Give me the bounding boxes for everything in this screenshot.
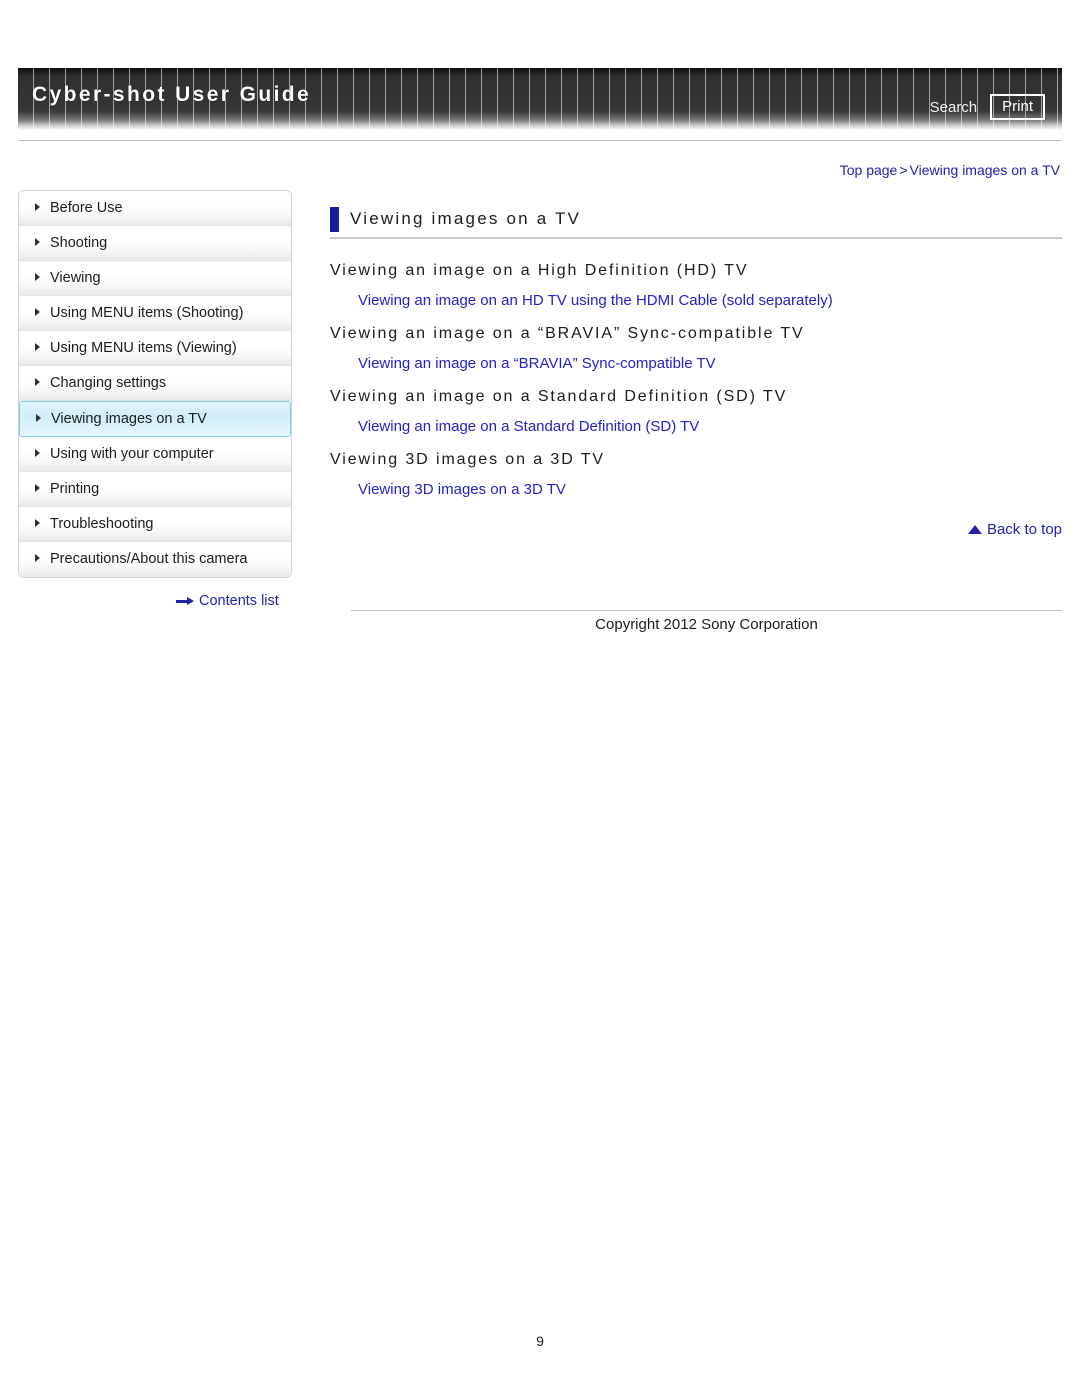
- section-3d-tv: Viewing 3D images on a 3D TV Viewing 3D …: [330, 444, 1062, 504]
- sidebar-item-before-use[interactable]: Before Use: [19, 191, 291, 226]
- sidebar-item-label: Viewing images on a TV: [51, 411, 207, 427]
- sidebar-item-viewing[interactable]: Viewing: [19, 261, 291, 296]
- triangle-right-icon: [35, 378, 40, 387]
- sidebar-item-label: Printing: [50, 481, 100, 497]
- sidebar-item-label: Troubleshooting: [50, 516, 154, 532]
- copyright-notice: Copyright 2012 Sony Corporation: [595, 616, 818, 633]
- sidebar-item-label: Using MENU items (Viewing): [50, 340, 237, 356]
- triangle-right-icon: [35, 343, 40, 352]
- main-content: Viewing images on a TV Viewing an image …: [330, 206, 1062, 538]
- triangle-right-icon: [35, 519, 40, 528]
- breadcrumb-current[interactable]: Viewing images on a TV: [910, 162, 1060, 178]
- page-number: 9: [536, 1333, 544, 1349]
- section-bravia-sync-tv: Viewing an image on a “BRAVIA” Sync-comp…: [330, 318, 1062, 378]
- breadcrumb-top-page[interactable]: Top page: [840, 162, 898, 178]
- search-link[interactable]: Search: [930, 99, 978, 116]
- page-title: Viewing images on a TV: [350, 209, 582, 228]
- triangle-right-icon: [35, 238, 40, 247]
- sidebar-nav: Before Use Shooting Viewing Using MENU i…: [18, 190, 292, 578]
- section-link-sd-tv[interactable]: Viewing an image on a Standard Definitio…: [358, 412, 699, 441]
- sidebar-item-using-menu-items-shooting[interactable]: Using MENU items (Shooting): [19, 296, 291, 331]
- triangle-right-icon: [35, 308, 40, 317]
- header-divider: [18, 140, 1062, 141]
- sidebar-item-printing[interactable]: Printing: [19, 472, 291, 507]
- section-hd-tv: Viewing an image on a High Definition (H…: [330, 255, 1062, 315]
- page-title-accent-bar: [330, 207, 339, 232]
- sidebar-item-label: Shooting: [50, 235, 108, 251]
- sidebar-item-viewing-images-on-a-tv[interactable]: Viewing images on a TV: [19, 401, 291, 437]
- triangle-right-icon: [35, 554, 40, 563]
- site-title: Cyber-shot User Guide: [32, 83, 312, 106]
- triangle-right-icon: [35, 484, 40, 493]
- sidebar-item-troubleshooting[interactable]: Troubleshooting: [19, 507, 291, 542]
- sidebar-item-label: Changing settings: [50, 375, 167, 391]
- contents-list-link[interactable]: Contents list: [176, 593, 279, 609]
- section-heading: Viewing an image on a “BRAVIA” Sync-comp…: [330, 325, 805, 342]
- sidebar-item-label: Using with your computer: [50, 446, 214, 462]
- back-to-top-label: Back to top: [986, 521, 1062, 538]
- sidebar-item-label: Before Use: [50, 200, 123, 216]
- back-to-top: Back to top: [330, 521, 1062, 538]
- site-header: Cyber-shot User Guide Search Print: [18, 68, 1062, 130]
- arrow-up-icon: [967, 525, 982, 534]
- sidebar-item-using-with-your-computer[interactable]: Using with your computer: [19, 437, 291, 472]
- breadcrumb-separator: >: [899, 162, 908, 178]
- header-tools: Search Print: [930, 94, 1045, 120]
- sidebar-item-using-menu-items-viewing[interactable]: Using MENU items (Viewing): [19, 331, 291, 366]
- sidebar-item-changing-settings[interactable]: Changing settings: [19, 366, 291, 401]
- breadcrumb: Top page > Viewing images on a TV: [840, 162, 1060, 178]
- section-link-bravia-sync[interactable]: Viewing an image on a “BRAVIA” Sync-comp…: [358, 349, 716, 378]
- triangle-right-icon: [35, 449, 40, 458]
- triangle-right-icon: [36, 414, 41, 423]
- page-title-row: Viewing images on a TV: [330, 206, 1062, 239]
- section-link-3d-tv[interactable]: Viewing 3D images on a 3D TV: [358, 475, 566, 504]
- sidebar-item-precautions-about-this-camera[interactable]: Precautions/About this camera: [19, 542, 291, 577]
- section-link-hdmi-cable[interactable]: Viewing an image on an HD TV using the H…: [358, 286, 833, 315]
- sidebar-item-shooting[interactable]: Shooting: [19, 226, 291, 261]
- triangle-right-icon: [35, 203, 40, 212]
- section-heading: Viewing 3D images on a 3D TV: [330, 451, 605, 468]
- back-to-top-link[interactable]: Back to top: [967, 521, 1062, 538]
- triangle-right-icon: [35, 273, 40, 282]
- sidebar-item-label: Precautions/About this camera: [50, 551, 248, 567]
- sidebar-item-label: Viewing: [50, 270, 101, 286]
- footer-divider: [351, 610, 1062, 611]
- section-sd-tv: Viewing an image on a Standard Definitio…: [330, 381, 1062, 441]
- arrow-right-icon: [176, 596, 194, 606]
- print-button[interactable]: Print: [990, 94, 1045, 120]
- contents-list-label: Contents list: [199, 593, 279, 609]
- section-heading: Viewing an image on a Standard Definitio…: [330, 388, 788, 405]
- sidebar-item-label: Using MENU items (Shooting): [50, 305, 244, 321]
- section-heading: Viewing an image on a High Definition (H…: [330, 262, 749, 279]
